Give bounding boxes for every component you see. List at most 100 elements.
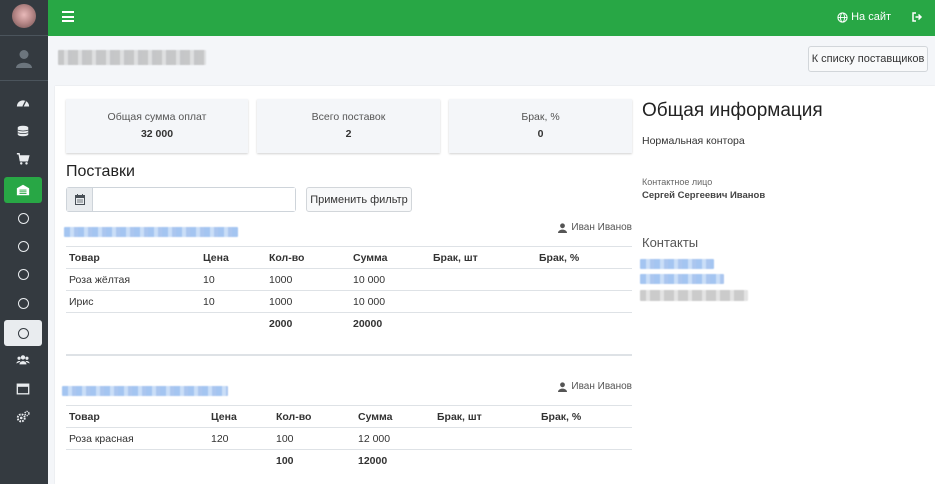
column-header: Брак, шт bbox=[434, 405, 538, 428]
total-sum: 12000 bbox=[358, 454, 388, 467]
contact-email-redacted bbox=[640, 274, 724, 284]
logout-icon[interactable] bbox=[911, 11, 923, 23]
cell-product: Ирис bbox=[66, 290, 200, 313]
cell-product: Роза красная bbox=[66, 427, 208, 450]
column-header: Кол-во bbox=[273, 405, 355, 428]
site-link[interactable]: На сайт bbox=[837, 11, 891, 23]
total-sum: 20000 bbox=[353, 317, 383, 330]
cell-qty: 1000 bbox=[266, 290, 350, 313]
manager-name: Иван Иванов bbox=[571, 222, 632, 233]
cell-defect-count bbox=[430, 290, 536, 313]
delivery-manager: Иван Иванов bbox=[558, 222, 632, 233]
sidebar-item-suppliers[interactable] bbox=[4, 177, 42, 203]
apply-filter-button[interactable]: Применить фильтр bbox=[306, 187, 412, 212]
column-header: Сумма bbox=[355, 405, 434, 428]
table-row: Ирис 10 1000 10 000 bbox=[66, 290, 632, 313]
cell-defect-count bbox=[430, 268, 536, 291]
cell-defect-percent bbox=[536, 290, 632, 313]
sidebar-item-circle-5[interactable] bbox=[4, 320, 42, 346]
table-header-row: Товар Цена Кол-во Сумма Брак, шт Брак, % bbox=[66, 246, 632, 269]
sidebar-item-dashboard[interactable] bbox=[4, 90, 42, 116]
sidebar-item-users[interactable] bbox=[4, 347, 42, 373]
sidebar-item-circle-3[interactable] bbox=[4, 261, 42, 287]
delivery-separator bbox=[66, 354, 632, 356]
back-to-suppliers-button[interactable]: К списку поставщиков bbox=[808, 46, 928, 72]
contact-person-label: Контактное лицо bbox=[642, 177, 713, 187]
stat-value: 2 bbox=[345, 128, 352, 140]
date-range-input[interactable] bbox=[93, 188, 295, 211]
contact-person-name: Сергей Сергеевич Иванов bbox=[642, 190, 766, 201]
column-header: Цена bbox=[208, 405, 273, 428]
cell-price: 10 bbox=[200, 290, 266, 313]
column-header: Брак, % bbox=[538, 405, 632, 428]
column-header: Брак, % bbox=[536, 246, 632, 269]
column-header: Кол-во bbox=[266, 246, 350, 269]
cell-defect-count bbox=[434, 427, 538, 450]
total-qty: 2000 bbox=[269, 317, 293, 330]
circle-icon bbox=[17, 268, 29, 280]
sidebar-item-settings[interactable] bbox=[4, 404, 42, 430]
cell-qty: 1000 bbox=[266, 268, 350, 291]
circle-icon bbox=[17, 297, 29, 309]
site-link-label: На сайт bbox=[851, 11, 891, 23]
stat-label: Брак, % bbox=[521, 111, 560, 123]
cell-qty: 100 bbox=[273, 427, 355, 450]
table-total-row: 100 12000 bbox=[66, 450, 632, 472]
gears-icon bbox=[16, 410, 30, 423]
manager-name: Иван Иванов bbox=[571, 381, 632, 392]
circle-icon bbox=[17, 240, 29, 252]
column-header: Цена bbox=[200, 246, 266, 269]
cell-price: 10 bbox=[200, 268, 266, 291]
column-header: Товар bbox=[66, 246, 200, 269]
delivery-title-redacted[interactable] bbox=[62, 386, 228, 396]
stat-defect-percent: Брак, % 0 bbox=[449, 99, 632, 153]
stat-label: Всего поставок bbox=[311, 111, 386, 123]
circle-icon bbox=[17, 212, 29, 224]
brand-logo[interactable] bbox=[12, 4, 36, 28]
stat-label: Общая сумма оплат bbox=[107, 111, 207, 123]
coins-icon bbox=[17, 125, 29, 137]
supplies-title: Поставки bbox=[66, 163, 135, 180]
cell-defect-percent bbox=[536, 268, 632, 291]
sidebar bbox=[0, 0, 48, 484]
table-total-row: 2000 20000 bbox=[66, 313, 632, 335]
cell-sum: 12 000 bbox=[355, 427, 434, 450]
user-avatar-icon[interactable] bbox=[14, 48, 34, 68]
column-header: Товар bbox=[66, 405, 208, 428]
delivery-title-redacted[interactable] bbox=[64, 227, 238, 237]
date-filter-group bbox=[66, 187, 296, 212]
sidebar-item-circle-4[interactable] bbox=[4, 290, 42, 316]
general-info-title: Общая информация bbox=[642, 100, 823, 121]
table-header-row: Товар Цена Кол-во Сумма Брак, шт Брак, % bbox=[66, 405, 632, 428]
user-icon bbox=[558, 222, 568, 233]
topbar: На сайт bbox=[48, 0, 935, 36]
calendar-icon[interactable] bbox=[67, 188, 93, 211]
total-qty: 100 bbox=[276, 454, 294, 467]
dashboard-icon bbox=[16, 100, 30, 107]
menu-toggle-icon[interactable] bbox=[62, 11, 74, 23]
table-row: Роза жёлтая 10 1000 10 000 bbox=[66, 268, 632, 291]
stat-value: 0 bbox=[537, 128, 544, 140]
users-icon bbox=[16, 355, 30, 365]
cart-icon bbox=[16, 153, 30, 165]
supplier-name-redacted bbox=[58, 50, 206, 65]
sidebar-item-payments[interactable] bbox=[4, 118, 42, 144]
delivery-table: Товар Цена Кол-во Сумма Брак, шт Брак, %… bbox=[66, 405, 632, 472]
sidebar-divider bbox=[0, 35, 48, 36]
cell-price: 120 bbox=[208, 427, 273, 450]
sidebar-item-window[interactable] bbox=[4, 376, 42, 402]
sidebar-item-circle-1[interactable] bbox=[4, 205, 42, 231]
cell-sum: 10 000 bbox=[350, 290, 430, 313]
column-header: Брак, шт bbox=[430, 246, 536, 269]
sidebar-item-cart[interactable] bbox=[4, 146, 42, 172]
cell-product: Роза жёлтая bbox=[66, 268, 200, 291]
warehouse-icon bbox=[16, 184, 30, 196]
sidebar-divider bbox=[0, 80, 48, 81]
globe-icon bbox=[837, 11, 848, 23]
column-header: Сумма bbox=[350, 246, 430, 269]
window-icon bbox=[16, 383, 30, 395]
delivery-table: Товар Цена Кол-во Сумма Брак, шт Брак, %… bbox=[66, 246, 632, 335]
stat-total-payments: Общая сумма оплат 32 000 bbox=[66, 99, 248, 153]
sidebar-item-circle-2[interactable] bbox=[4, 233, 42, 259]
contact-address-redacted bbox=[640, 290, 748, 301]
